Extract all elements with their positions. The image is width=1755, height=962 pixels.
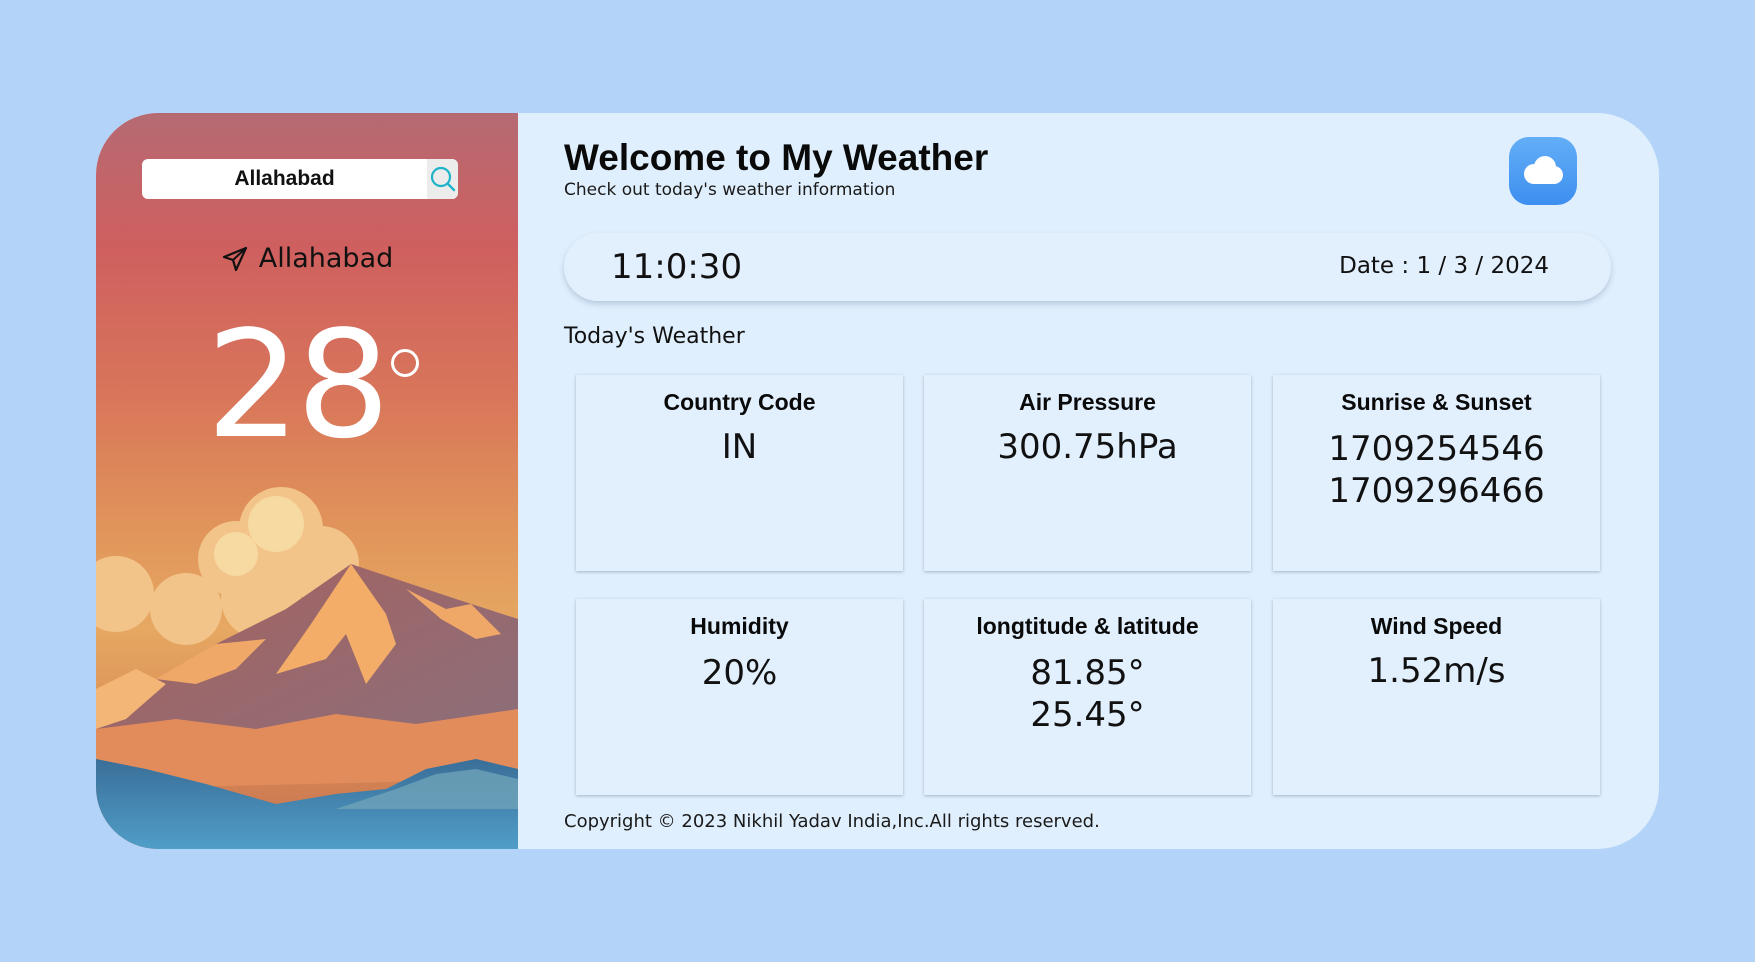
- search-box: [142, 159, 458, 199]
- card-value: IN: [721, 427, 758, 467]
- cloud-icon: [1524, 156, 1563, 184]
- card-title: Humidity: [690, 613, 789, 639]
- card-title: longtitude & latitude: [976, 613, 1199, 639]
- degree-symbol: [391, 349, 419, 377]
- wind-speed-card: Wind Speed 1.52m/s: [1273, 599, 1600, 795]
- country-code-card: Country Code IN: [576, 375, 903, 571]
- card-title: Country Code: [663, 389, 816, 415]
- copyright-text: Copyright © 2023 Nikhil Yadav India,Inc.…: [564, 811, 1100, 832]
- humidity-card: Humidity 20%: [576, 599, 903, 795]
- card-title: Air Pressure: [1019, 389, 1156, 415]
- card-value: 20%: [701, 653, 778, 693]
- air-pressure-card: Air Pressure 300.75hPa: [924, 375, 1251, 571]
- search-button[interactable]: [427, 159, 458, 199]
- search-icon: [430, 166, 455, 192]
- temperature-value: 28: [206, 299, 390, 471]
- current-time: 11:0:30: [611, 247, 743, 287]
- weather-app: Allahabad 28: [96, 113, 1659, 849]
- section-heading: Today's Weather: [564, 324, 745, 349]
- left-panel: Allahabad 28: [96, 113, 518, 849]
- search-input[interactable]: [142, 159, 427, 199]
- cloud-button[interactable]: [1509, 137, 1577, 205]
- longitude-value: 81.85°: [1030, 653, 1145, 693]
- card-title: Sunrise & Sunset: [1341, 389, 1532, 415]
- location-name: Allahabad: [258, 243, 394, 274]
- latitude-value: 25.45°: [1030, 695, 1145, 735]
- page-title: Welcome to My Weather: [564, 137, 989, 178]
- location-display: Allahabad: [96, 243, 518, 274]
- coordinates-card: longtitude & latitude 81.85° 25.45°: [924, 599, 1251, 795]
- date-time-bar: 11:0:30 Date : 1 / 3 / 2024: [564, 233, 1611, 301]
- sunrise-value: 1709254546: [1328, 429, 1545, 469]
- card-value: 300.75hPa: [997, 427, 1178, 467]
- card-title: Wind Speed: [1370, 613, 1503, 639]
- paper-plane-icon: [222, 246, 247, 271]
- page-subtitle: Check out today's weather information: [564, 180, 896, 200]
- current-date: Date : 1 / 3 / 2024: [1339, 253, 1549, 279]
- main-panel: Welcome to My Weather Check out today's …: [518, 113, 1659, 849]
- mountain-scenery: [96, 487, 518, 849]
- sunrise-sunset-card: Sunrise & Sunset 1709254546 1709296466: [1273, 375, 1600, 571]
- sunset-value: 1709296466: [1328, 471, 1545, 511]
- card-value: 1.52m/s: [1367, 651, 1506, 691]
